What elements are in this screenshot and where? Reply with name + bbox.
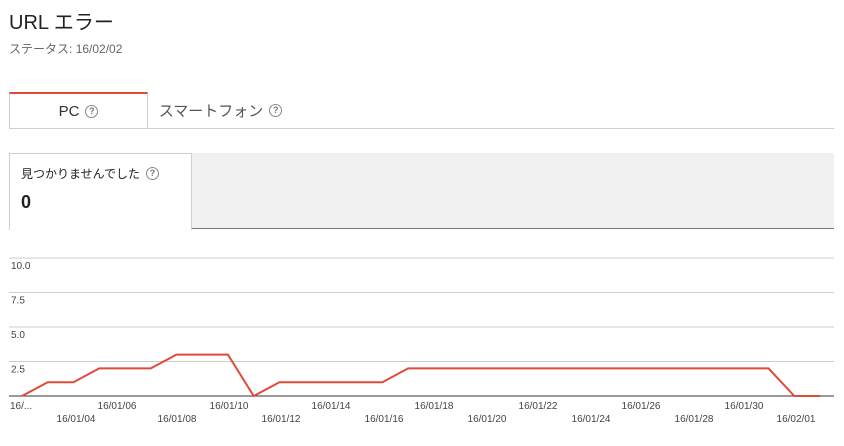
y-tick-label: 5.0 [11, 330, 25, 341]
x-tick-label: 16/01/10 [210, 401, 249, 412]
tab-smartphone-label: スマートフォン [158, 102, 264, 120]
chart-y-axis: 10.0 7.5 5.0 2.5 [11, 261, 31, 376]
x-tick-label: 16/01/14 [312, 401, 351, 412]
x-tick-label: 16/01/04 [57, 414, 96, 425]
x-tick-label: 16/01/16 [365, 414, 404, 425]
y-tick-label: 10.0 [11, 261, 31, 272]
status-label: ステータス: [9, 42, 73, 56]
x-tick-label: 16/01/22 [519, 401, 558, 412]
question-circle-icon[interactable]: ? [269, 103, 283, 117]
x-tick-label: 16/02/01 [777, 414, 816, 425]
x-tick-label: 16/... [10, 401, 32, 412]
status-line: ステータス: 16/02/02 [9, 40, 122, 57]
x-tick-label: 16/01/26 [622, 401, 661, 412]
chart-grid [9, 257, 834, 397]
metric-strip: 見つかりませんでした ? 0 [9, 153, 834, 230]
x-tick-label: 16/01/30 [725, 401, 764, 412]
device-tabs: PC ? スマートフォン ? [9, 92, 834, 129]
errors-line-chart: 10.0 7.5 5.0 2.5 16/... 16/01/06 16/01/10 16/0… [9, 257, 834, 425]
metric-card-not-found[interactable]: 見つかりませんでした ? 0 [9, 153, 192, 230]
tab-smartphone[interactable]: スマートフォン ? [148, 93, 293, 127]
page-title: URL エラー [9, 12, 114, 34]
x-tick-label: 16/01/06 [98, 401, 137, 412]
tab-pc-label: PC [58, 102, 80, 120]
x-tick-label: 16/01/20 [468, 414, 507, 425]
x-tick-label: 16/01/18 [415, 401, 454, 412]
x-tick-label: 16/01/28 [675, 414, 714, 425]
series-line [21, 353, 820, 398]
y-tick-label: 2.5 [11, 365, 25, 376]
x-tick-label: 16/01/08 [158, 414, 197, 425]
status-date: 16/02/02 [75, 42, 123, 56]
metric-label: 見つかりませんでした ? [21, 165, 160, 182]
metric-value: 0 [21, 192, 32, 212]
metric-label-text: 見つかりませんでした [21, 167, 141, 181]
question-circle-icon[interactable]: ? [85, 104, 99, 118]
question-circle-icon[interactable]: ? [146, 167, 160, 180]
tab-pc[interactable]: PC ? [9, 92, 148, 128]
x-tick-label: 16/01/24 [572, 414, 611, 425]
x-tick-label: 16/01/12 [262, 414, 301, 425]
chart-series [21, 353, 820, 398]
chart-x-axis: 16/... 16/01/06 16/01/10 16/01/14 16/01/18 16… [10, 401, 816, 425]
y-tick-label: 7.5 [11, 296, 25, 307]
